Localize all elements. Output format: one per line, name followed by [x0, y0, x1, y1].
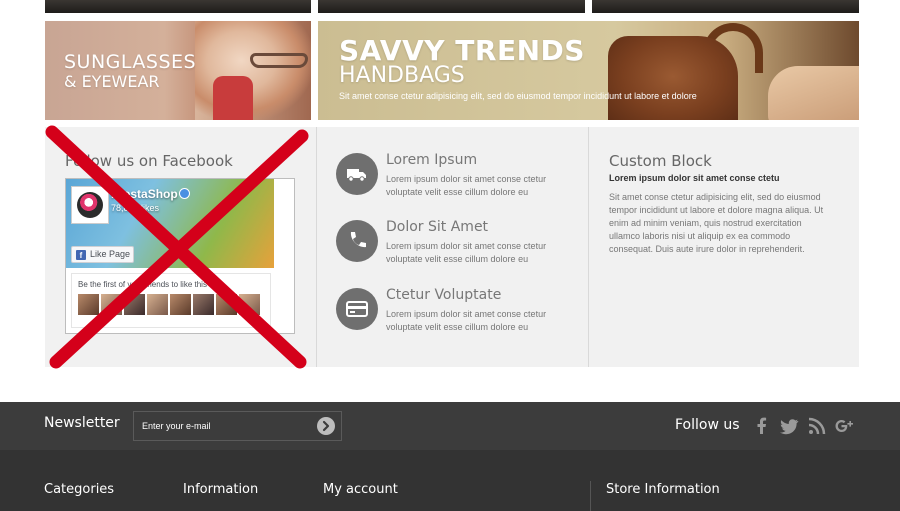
service-text: Lorem ipsum dolor sit amet conse ctetur … — [386, 241, 547, 264]
banner-sunglasses[interactable]: SUNGLASSES & EYEWEAR — [45, 21, 311, 120]
banner-image-top-3[interactable] — [592, 0, 859, 13]
custom-block-subtitle: Lorem ipsum dolor sit amet conse ctetu — [609, 173, 780, 183]
twitter-icon[interactable] — [779, 416, 799, 436]
chevron-right-icon — [322, 420, 330, 432]
banner-image-top-1[interactable] — [45, 0, 311, 13]
footer-heading-my-account[interactable]: My account — [323, 482, 398, 497]
follow-us-title: Follow us — [675, 417, 740, 433]
banner-handbags[interactable]: SAVVY TRENDS HANDBAGS Sit amet conse cte… — [318, 21, 859, 120]
service-text: Lorem ipsum dolor sit amet conse ctetur … — [386, 174, 547, 197]
truck-icon — [347, 169, 366, 182]
footer-heading-information: Information — [183, 482, 259, 497]
google-plus-icon[interactable] — [834, 416, 854, 436]
model-image-glove — [213, 76, 253, 120]
service-title: Dolor Sit Amet — [386, 219, 489, 235]
service-title: Ctetur Voluptate — [386, 287, 502, 303]
service-icon-truck — [336, 153, 378, 195]
phone-icon — [350, 232, 366, 248]
service-icon-phone — [336, 220, 378, 262]
service-text: Lorem ipsum dolor sit amet conse ctetur … — [386, 309, 547, 332]
newsletter-email-input[interactable] — [133, 411, 342, 441]
banner-text: Sit amet conse ctetur adipisicing elit, … — [339, 91, 697, 101]
newsletter-submit-button[interactable] — [317, 417, 335, 435]
red-x-overlay-icon — [45, 125, 309, 369]
custom-block-text: Sit amet conse ctetur adipisicing elit, … — [609, 192, 824, 254]
footer — [0, 450, 900, 511]
footer-divider — [590, 481, 591, 511]
handbag-image — [608, 36, 738, 120]
facebook-icon[interactable] — [752, 416, 772, 436]
footer-heading-store-information: Store Information — [606, 482, 720, 497]
custom-block-heading: Custom Block — [609, 152, 712, 170]
banner-subtitle: HANDBAGS — [339, 63, 465, 88]
sunglasses-image — [250, 53, 308, 68]
credit-card-icon — [346, 301, 368, 317]
footer-heading-categories: Categories — [44, 482, 115, 497]
banner-title: SUNGLASSES — [64, 51, 197, 73]
rss-icon[interactable] — [807, 416, 827, 436]
newsletter-title: Newsletter — [44, 415, 120, 431]
column-divider — [588, 127, 589, 367]
service-title: Lorem Ipsum — [386, 152, 478, 168]
banner-subtitle: & EYEWEAR — [64, 72, 160, 91]
service-icon-credit-card — [336, 288, 378, 330]
model-arm-image — [768, 66, 859, 120]
banner-image-top-2[interactable] — [318, 0, 585, 13]
